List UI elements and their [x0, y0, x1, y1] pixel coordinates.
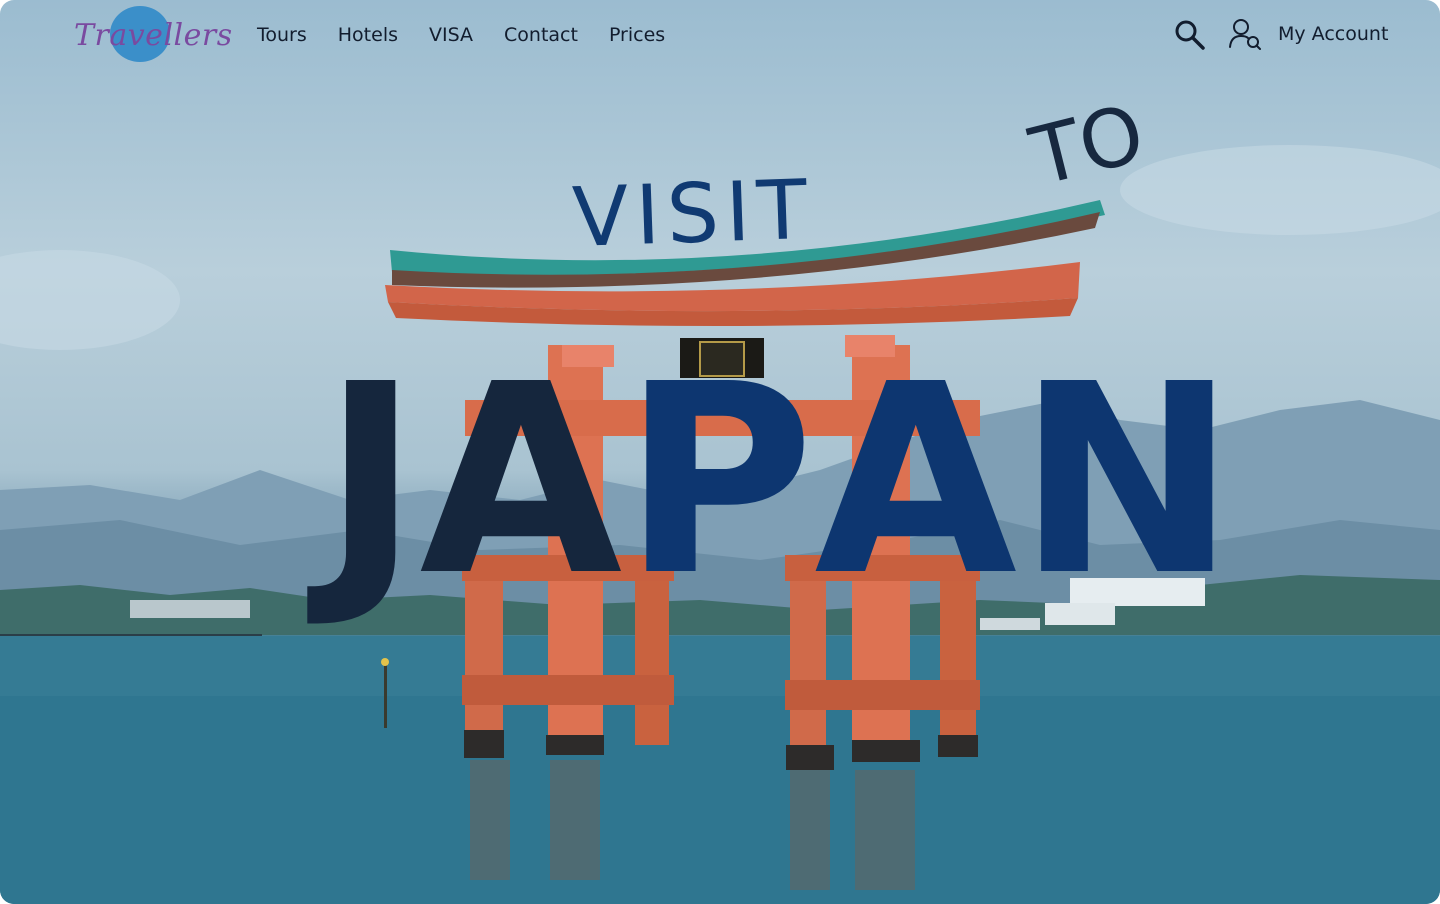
nav-item-visa[interactable]: VISA — [429, 22, 473, 48]
brand-name: Travellers — [74, 18, 233, 53]
hero-headline: J A P A N — [322, 328, 1236, 633]
user-search-icon — [1229, 19, 1261, 50]
brand-logo[interactable]: Travellers — [74, 6, 232, 66]
my-account-label: My Account — [1278, 23, 1389, 45]
nav-item-prices[interactable]: Prices — [609, 22, 665, 48]
search-button[interactable] — [1172, 18, 1208, 50]
landing-page: Travellers Tours Hotels VISA Contact Pri… — [0, 0, 1440, 904]
nav-item-contact[interactable]: Contact — [504, 22, 578, 48]
main-nav: Tours Hotels VISA Contact Prices — [257, 22, 665, 48]
headline-letter: N — [1017, 328, 1237, 633]
nav-item-tours[interactable]: Tours — [257, 22, 307, 48]
headline-letter: J — [322, 328, 420, 633]
headline-letter: A — [814, 328, 1018, 633]
headline-letter: P — [622, 328, 815, 633]
nav-item-hotels[interactable]: Hotels — [338, 22, 398, 48]
my-account-button[interactable]: My Account — [1228, 18, 1388, 50]
search-icon — [1175, 20, 1205, 50]
headline-letter: A — [419, 328, 623, 633]
hero-visit-text: VISIT — [570, 162, 816, 266]
